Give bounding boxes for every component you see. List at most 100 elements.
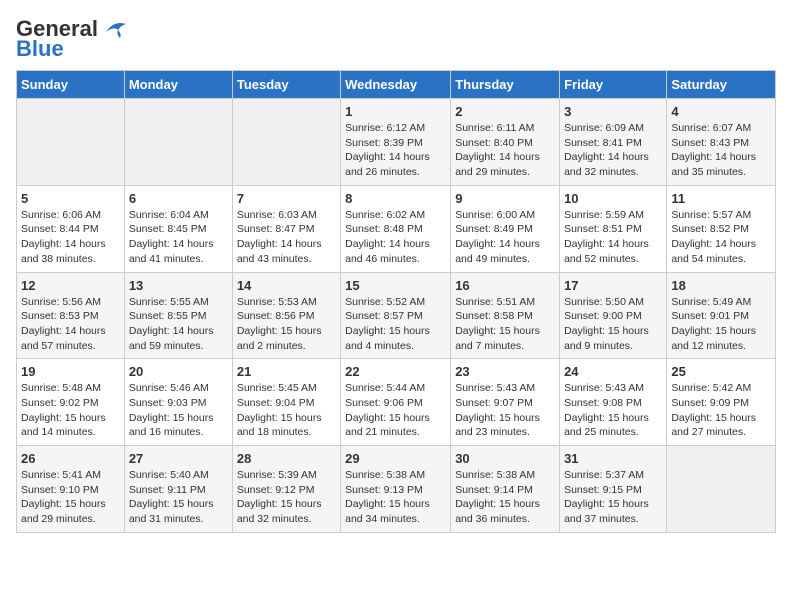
day-info: Sunrise: 6:00 AM Sunset: 8:49 PM Dayligh… — [455, 208, 555, 267]
day-number: 20 — [129, 364, 228, 379]
calendar-cell: 8 Sunrise: 6:02 AM Sunset: 8:48 PM Daylig… — [341, 185, 451, 272]
calendar-cell: 13 Sunrise: 5:55 AM Sunset: 8:55 PM Dayli… — [124, 272, 232, 359]
day-info: Sunrise: 6:12 AM Sunset: 8:39 PM Dayligh… — [345, 121, 446, 180]
day-info: Sunrise: 5:46 AM Sunset: 9:03 PM Dayligh… — [129, 381, 228, 440]
day-number: 2 — [455, 104, 555, 119]
calendar-cell: 5 Sunrise: 6:06 AM Sunset: 8:44 PM Daylig… — [17, 185, 125, 272]
calendar-cell — [17, 99, 125, 186]
calendar-cell: 28 Sunrise: 5:39 AM Sunset: 9:12 PM Dayli… — [232, 446, 340, 533]
header-monday: Monday — [124, 71, 232, 99]
day-number: 22 — [345, 364, 446, 379]
day-number: 24 — [564, 364, 662, 379]
day-info: Sunrise: 6:03 AM Sunset: 8:47 PM Dayligh… — [237, 208, 336, 267]
day-info: Sunrise: 5:50 AM Sunset: 9:00 PM Dayligh… — [564, 295, 662, 354]
page-header: General Blue — [16, 16, 776, 62]
calendar-cell — [124, 99, 232, 186]
day-info: Sunrise: 5:56 AM Sunset: 8:53 PM Dayligh… — [21, 295, 120, 354]
day-info: Sunrise: 6:09 AM Sunset: 8:41 PM Dayligh… — [564, 121, 662, 180]
calendar-week-1: 1 Sunrise: 6:12 AM Sunset: 8:39 PM Daylig… — [17, 99, 776, 186]
day-info: Sunrise: 5:48 AM Sunset: 9:02 PM Dayligh… — [21, 381, 120, 440]
day-number: 3 — [564, 104, 662, 119]
calendar-cell: 20 Sunrise: 5:46 AM Sunset: 9:03 PM Dayli… — [124, 359, 232, 446]
day-number: 8 — [345, 191, 446, 206]
header-wednesday: Wednesday — [341, 71, 451, 99]
logo-bird-icon — [100, 18, 128, 40]
day-info: Sunrise: 6:02 AM Sunset: 8:48 PM Dayligh… — [345, 208, 446, 267]
day-number: 17 — [564, 278, 662, 293]
calendar-cell: 3 Sunrise: 6:09 AM Sunset: 8:41 PM Daylig… — [560, 99, 667, 186]
day-number: 5 — [21, 191, 120, 206]
day-info: Sunrise: 5:53 AM Sunset: 8:56 PM Dayligh… — [237, 295, 336, 354]
calendar-week-3: 12 Sunrise: 5:56 AM Sunset: 8:53 PM Dayli… — [17, 272, 776, 359]
day-number: 15 — [345, 278, 446, 293]
header-tuesday: Tuesday — [232, 71, 340, 99]
day-info: Sunrise: 6:11 AM Sunset: 8:40 PM Dayligh… — [455, 121, 555, 180]
day-info: Sunrise: 5:52 AM Sunset: 8:57 PM Dayligh… — [345, 295, 446, 354]
calendar-week-2: 5 Sunrise: 6:06 AM Sunset: 8:44 PM Daylig… — [17, 185, 776, 272]
day-info: Sunrise: 5:41 AM Sunset: 9:10 PM Dayligh… — [21, 468, 120, 527]
calendar-cell: 22Sunrise: 5:44 AM Sunset: 9:06 PM Dayli… — [341, 359, 451, 446]
day-number: 30 — [455, 451, 555, 466]
logo: General Blue — [16, 16, 128, 62]
day-number: 25 — [671, 364, 771, 379]
calendar-cell: 2 Sunrise: 6:11 AM Sunset: 8:40 PM Daylig… — [451, 99, 560, 186]
day-info: Sunrise: 5:55 AM Sunset: 8:55 PM Dayligh… — [129, 295, 228, 354]
calendar-cell: 1 Sunrise: 6:12 AM Sunset: 8:39 PM Daylig… — [341, 99, 451, 186]
day-info: Sunrise: 5:40 AM Sunset: 9:11 PM Dayligh… — [129, 468, 228, 527]
day-info: Sunrise: 5:43 AM Sunset: 9:08 PM Dayligh… — [564, 381, 662, 440]
day-number: 14 — [237, 278, 336, 293]
calendar-cell: 7Sunrise: 6:03 AM Sunset: 8:47 PM Daylig… — [232, 185, 340, 272]
day-number: 28 — [237, 451, 336, 466]
day-number: 29 — [345, 451, 446, 466]
calendar-cell: 25Sunrise: 5:42 AM Sunset: 9:09 PM Dayli… — [667, 359, 776, 446]
day-number: 21 — [237, 364, 336, 379]
day-number: 26 — [21, 451, 120, 466]
day-number: 19 — [21, 364, 120, 379]
day-info: Sunrise: 5:38 AM Sunset: 9:14 PM Dayligh… — [455, 468, 555, 527]
calendar-cell: 6 Sunrise: 6:04 AM Sunset: 8:45 PM Daylig… — [124, 185, 232, 272]
day-info: Sunrise: 5:59 AM Sunset: 8:51 PM Dayligh… — [564, 208, 662, 267]
day-info: Sunrise: 5:49 AM Sunset: 9:01 PM Dayligh… — [671, 295, 771, 354]
calendar-header-row: SundayMondayTuesdayWednesdayThursdayFrid… — [17, 71, 776, 99]
calendar-table: SundayMondayTuesdayWednesdayThursdayFrid… — [16, 70, 776, 533]
calendar-week-5: 26 Sunrise: 5:41 AM Sunset: 9:10 PM Dayli… — [17, 446, 776, 533]
calendar-cell: 21Sunrise: 5:45 AM Sunset: 9:04 PM Dayli… — [232, 359, 340, 446]
day-number: 9 — [455, 191, 555, 206]
header-saturday: Saturday — [667, 71, 776, 99]
day-info: Sunrise: 5:57 AM Sunset: 8:52 PM Dayligh… — [671, 208, 771, 267]
day-number: 1 — [345, 104, 446, 119]
calendar-cell — [667, 446, 776, 533]
day-number: 31 — [564, 451, 662, 466]
calendar-cell: 27 Sunrise: 5:40 AM Sunset: 9:11 PM Dayli… — [124, 446, 232, 533]
calendar-cell: 12 Sunrise: 5:56 AM Sunset: 8:53 PM Dayli… — [17, 272, 125, 359]
day-info: Sunrise: 6:07 AM Sunset: 8:43 PM Dayligh… — [671, 121, 771, 180]
day-info: Sunrise: 5:43 AM Sunset: 9:07 PM Dayligh… — [455, 381, 555, 440]
calendar-cell: 18Sunrise: 5:49 AM Sunset: 9:01 PM Dayli… — [667, 272, 776, 359]
header-friday: Friday — [560, 71, 667, 99]
day-info: Sunrise: 6:06 AM Sunset: 8:44 PM Dayligh… — [21, 208, 120, 267]
day-number: 6 — [129, 191, 228, 206]
day-number: 10 — [564, 191, 662, 206]
calendar-cell: 15 Sunrise: 5:52 AM Sunset: 8:57 PM Dayli… — [341, 272, 451, 359]
day-number: 27 — [129, 451, 228, 466]
header-thursday: Thursday — [451, 71, 560, 99]
calendar-cell: 16 Sunrise: 5:51 AM Sunset: 8:58 PM Dayli… — [451, 272, 560, 359]
header-sunday: Sunday — [17, 71, 125, 99]
day-info: Sunrise: 5:39 AM Sunset: 9:12 PM Dayligh… — [237, 468, 336, 527]
calendar-cell: 29Sunrise: 5:38 AM Sunset: 9:13 PM Dayli… — [341, 446, 451, 533]
day-number: 16 — [455, 278, 555, 293]
day-number: 23 — [455, 364, 555, 379]
day-number: 12 — [21, 278, 120, 293]
day-info: Sunrise: 5:51 AM Sunset: 8:58 PM Dayligh… — [455, 295, 555, 354]
calendar-cell: 11 Sunrise: 5:57 AM Sunset: 8:52 PM Dayli… — [667, 185, 776, 272]
calendar-week-4: 19 Sunrise: 5:48 AM Sunset: 9:02 PM Dayli… — [17, 359, 776, 446]
day-info: Sunrise: 6:04 AM Sunset: 8:45 PM Dayligh… — [129, 208, 228, 267]
calendar-cell: 26 Sunrise: 5:41 AM Sunset: 9:10 PM Dayli… — [17, 446, 125, 533]
calendar-cell — [232, 99, 340, 186]
day-number: 11 — [671, 191, 771, 206]
calendar-cell: 30 Sunrise: 5:38 AM Sunset: 9:14 PM Dayli… — [451, 446, 560, 533]
calendar-cell: 23 Sunrise: 5:43 AM Sunset: 9:07 PM Dayli… — [451, 359, 560, 446]
calendar-cell: 9 Sunrise: 6:00 AM Sunset: 8:49 PM Daylig… — [451, 185, 560, 272]
day-number: 13 — [129, 278, 228, 293]
calendar-cell: 17 Sunrise: 5:50 AM Sunset: 9:00 PM Dayli… — [560, 272, 667, 359]
